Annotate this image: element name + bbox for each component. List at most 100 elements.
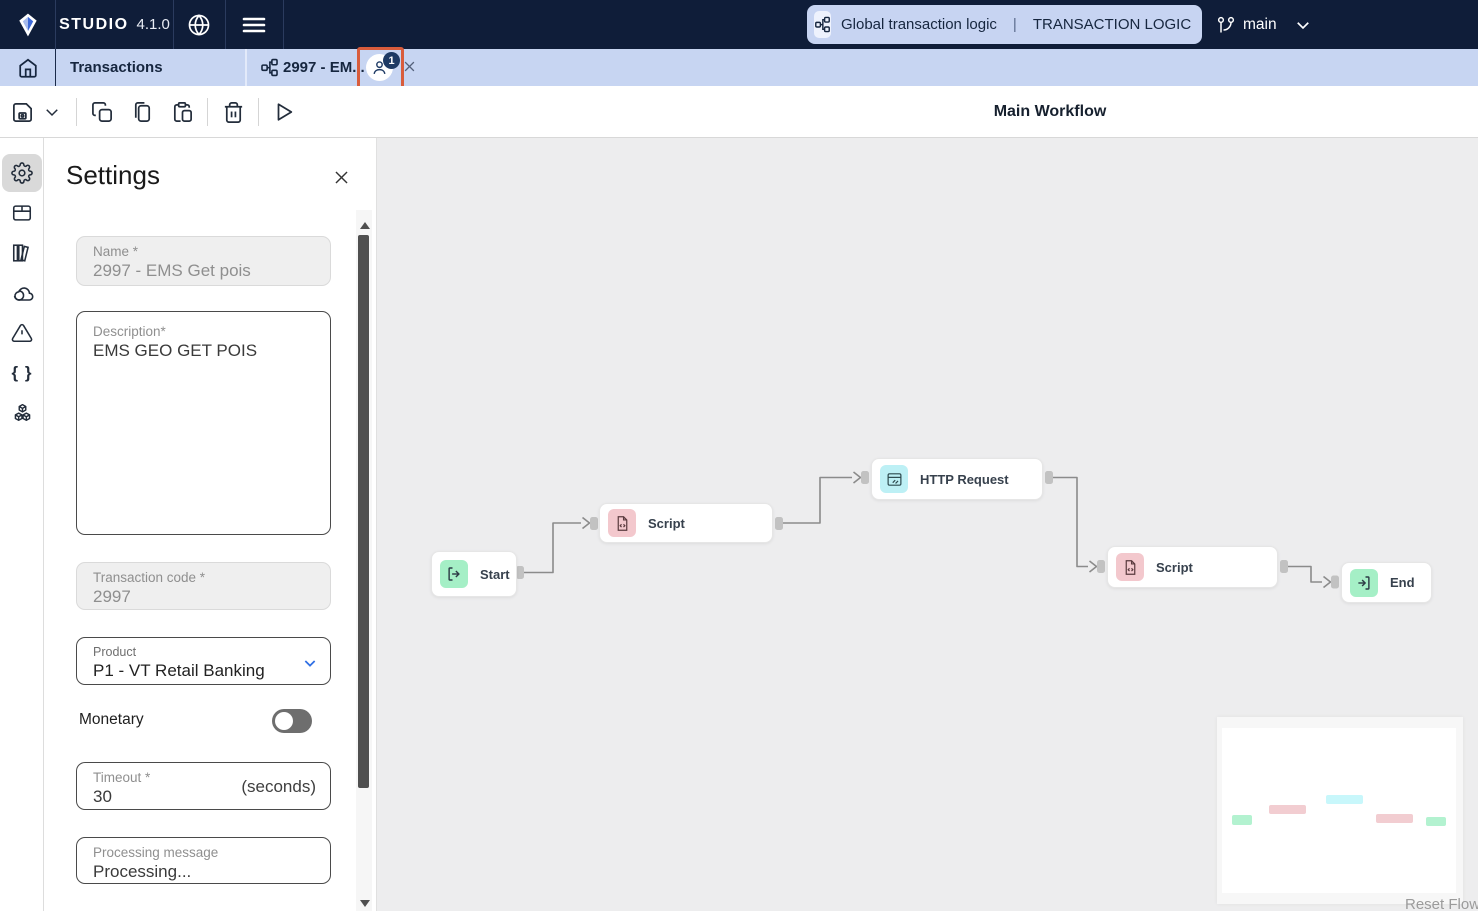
run-button[interactable]: [271, 86, 297, 138]
workflow-icon: [261, 58, 278, 77]
close-tab-icon[interactable]: [402, 59, 417, 74]
minimap-node-script: [1269, 805, 1306, 814]
home-tab[interactable]: [0, 49, 55, 86]
tab-transactions[interactable]: Transactions: [56, 49, 245, 86]
tab-bar: Transactions 2997 - EM... 1: [0, 49, 1478, 86]
run-icon: [277, 103, 293, 121]
clouds-icon: [13, 287, 34, 301]
field-value: EMS GEO GET POIS: [93, 341, 258, 360]
paste-button[interactable]: [169, 86, 195, 138]
end-icon: [1350, 568, 1378, 597]
field-value: 2997 - EMS Get pois: [93, 261, 251, 280]
node-label: HTTP Request: [920, 471, 1009, 487]
field-value: 2997: [93, 587, 131, 606]
save-button[interactable]: [8, 86, 36, 138]
copy-icon: [91, 101, 112, 122]
toggle-knob: [275, 712, 293, 730]
field-label: Processing message: [93, 845, 219, 860]
minimap-node-script: [1376, 814, 1413, 823]
tab-label: Transactions: [70, 59, 163, 76]
sidebar-item-modules[interactable]: [2, 394, 42, 432]
field-label: Transaction code *: [93, 570, 206, 585]
node-script-2[interactable]: Script: [1107, 546, 1278, 588]
chevron-down-icon: [302, 655, 318, 671]
duplicate-button[interactable]: [129, 86, 155, 138]
timeout-field[interactable]: Timeout * 30 (seconds): [76, 762, 331, 810]
brand-block: STUDIO 4.1.0: [56, 0, 173, 49]
field-value: P1 - VT Retail Banking: [93, 661, 265, 680]
minimap-viewport: [1222, 728, 1456, 893]
context-title: Global transaction logic: [841, 16, 997, 33]
reset-flow-button[interactable]: Reset Flow: [1405, 896, 1478, 911]
http-request-icon: [880, 465, 908, 493]
divider: [258, 98, 259, 126]
collaborator-count-badge: 1: [383, 52, 400, 69]
tool-sidebar: { }: [0, 138, 44, 911]
sidebar-item-issues[interactable]: [2, 314, 42, 352]
processing-message-field[interactable]: Processing message Processing...: [76, 837, 331, 884]
gear-icon: [11, 162, 33, 184]
settings-panel: Settings Name * 2997 - EMS Get pois Desc…: [44, 138, 377, 911]
save-menu-button[interactable]: [40, 86, 64, 138]
chevron-down-icon: [1296, 21, 1309, 29]
workflow-toolbar: Main Workflow: [0, 86, 1478, 138]
divider: [207, 98, 208, 126]
tab-label: 2997 - EM...: [283, 59, 365, 76]
description-field[interactable]: Description* EMS GEO GET POIS: [76, 311, 331, 535]
sidebar-item-components[interactable]: [2, 194, 42, 232]
minimap[interactable]: [1217, 717, 1463, 904]
package-icon: [12, 205, 32, 221]
app-version: 4.1.0: [136, 16, 170, 33]
scrollbar-thumb[interactable]: [358, 235, 369, 788]
field-label: Name *: [93, 244, 139, 259]
studio-app: STUDIO 4.1.0 Global transaction logic | …: [0, 0, 1478, 911]
delete-button[interactable]: [220, 86, 246, 138]
copy-button[interactable]: [89, 86, 115, 138]
node-label: Script: [1156, 559, 1193, 575]
node-end[interactable]: End: [1341, 562, 1432, 603]
sidebar-item-code[interactable]: { }: [2, 354, 42, 392]
gem-icon: [18, 13, 37, 36]
close-panel-icon[interactable]: [332, 168, 351, 187]
trash-icon: [224, 101, 242, 123]
minimap-node-http: [1326, 795, 1363, 804]
transaction-code-field[interactable]: Transaction code * 2997: [76, 562, 331, 610]
branch-selector[interactable]: main: [1216, 0, 1312, 49]
save-icon: [12, 102, 32, 122]
minimap-node-start: [1232, 815, 1252, 825]
app-logo-icon[interactable]: [0, 0, 55, 49]
sidebar-item-settings[interactable]: [2, 154, 42, 192]
node-label: Script: [648, 515, 685, 531]
warning-icon: [11, 323, 33, 343]
divider: [76, 98, 77, 126]
node-label: Start: [480, 566, 510, 582]
product-select[interactable]: Product P1 - VT Retail Banking: [76, 637, 331, 685]
context-separator: |: [1012, 16, 1017, 33]
monetary-label: Monetary: [79, 711, 144, 728]
script-icon: [1116, 553, 1144, 581]
scroll-up-arrow[interactable]: [360, 222, 370, 229]
name-field[interactable]: Name * 2997 - EMS Get pois: [76, 236, 331, 286]
workflow-icon: [814, 11, 831, 38]
braces-icon: { }: [11, 363, 33, 382]
context-subtitle: TRANSACTION LOGIC: [1032, 16, 1192, 33]
minimap-node-end: [1426, 817, 1446, 826]
globe-icon[interactable]: [173, 0, 225, 49]
scroll-down-arrow[interactable]: [360, 900, 370, 907]
tab-transaction-2997[interactable]: 2997 - EM... 1: [247, 49, 427, 86]
node-http-request[interactable]: HTTP Request: [871, 458, 1043, 500]
sidebar-item-environments[interactable]: [2, 274, 42, 312]
field-value: Processing...: [93, 862, 192, 881]
monetary-toggle[interactable]: [272, 709, 312, 733]
branch-name: main: [1243, 15, 1277, 33]
divider: [283, 0, 284, 49]
context-badge[interactable]: Global transaction logic | TRANSACTION L…: [807, 5, 1202, 44]
node-script-1[interactable]: Script: [599, 503, 773, 543]
hamburger-menu-icon[interactable]: [225, 0, 283, 49]
top-bar: STUDIO 4.1.0 Global transaction logic | …: [0, 0, 1478, 49]
monetary-row: Monetary: [79, 709, 334, 735]
brand-name: STUDIO: [59, 15, 129, 33]
settings-panel-title: Settings: [66, 160, 160, 190]
node-start[interactable]: Start: [431, 551, 517, 597]
sidebar-item-library[interactable]: [2, 234, 42, 272]
